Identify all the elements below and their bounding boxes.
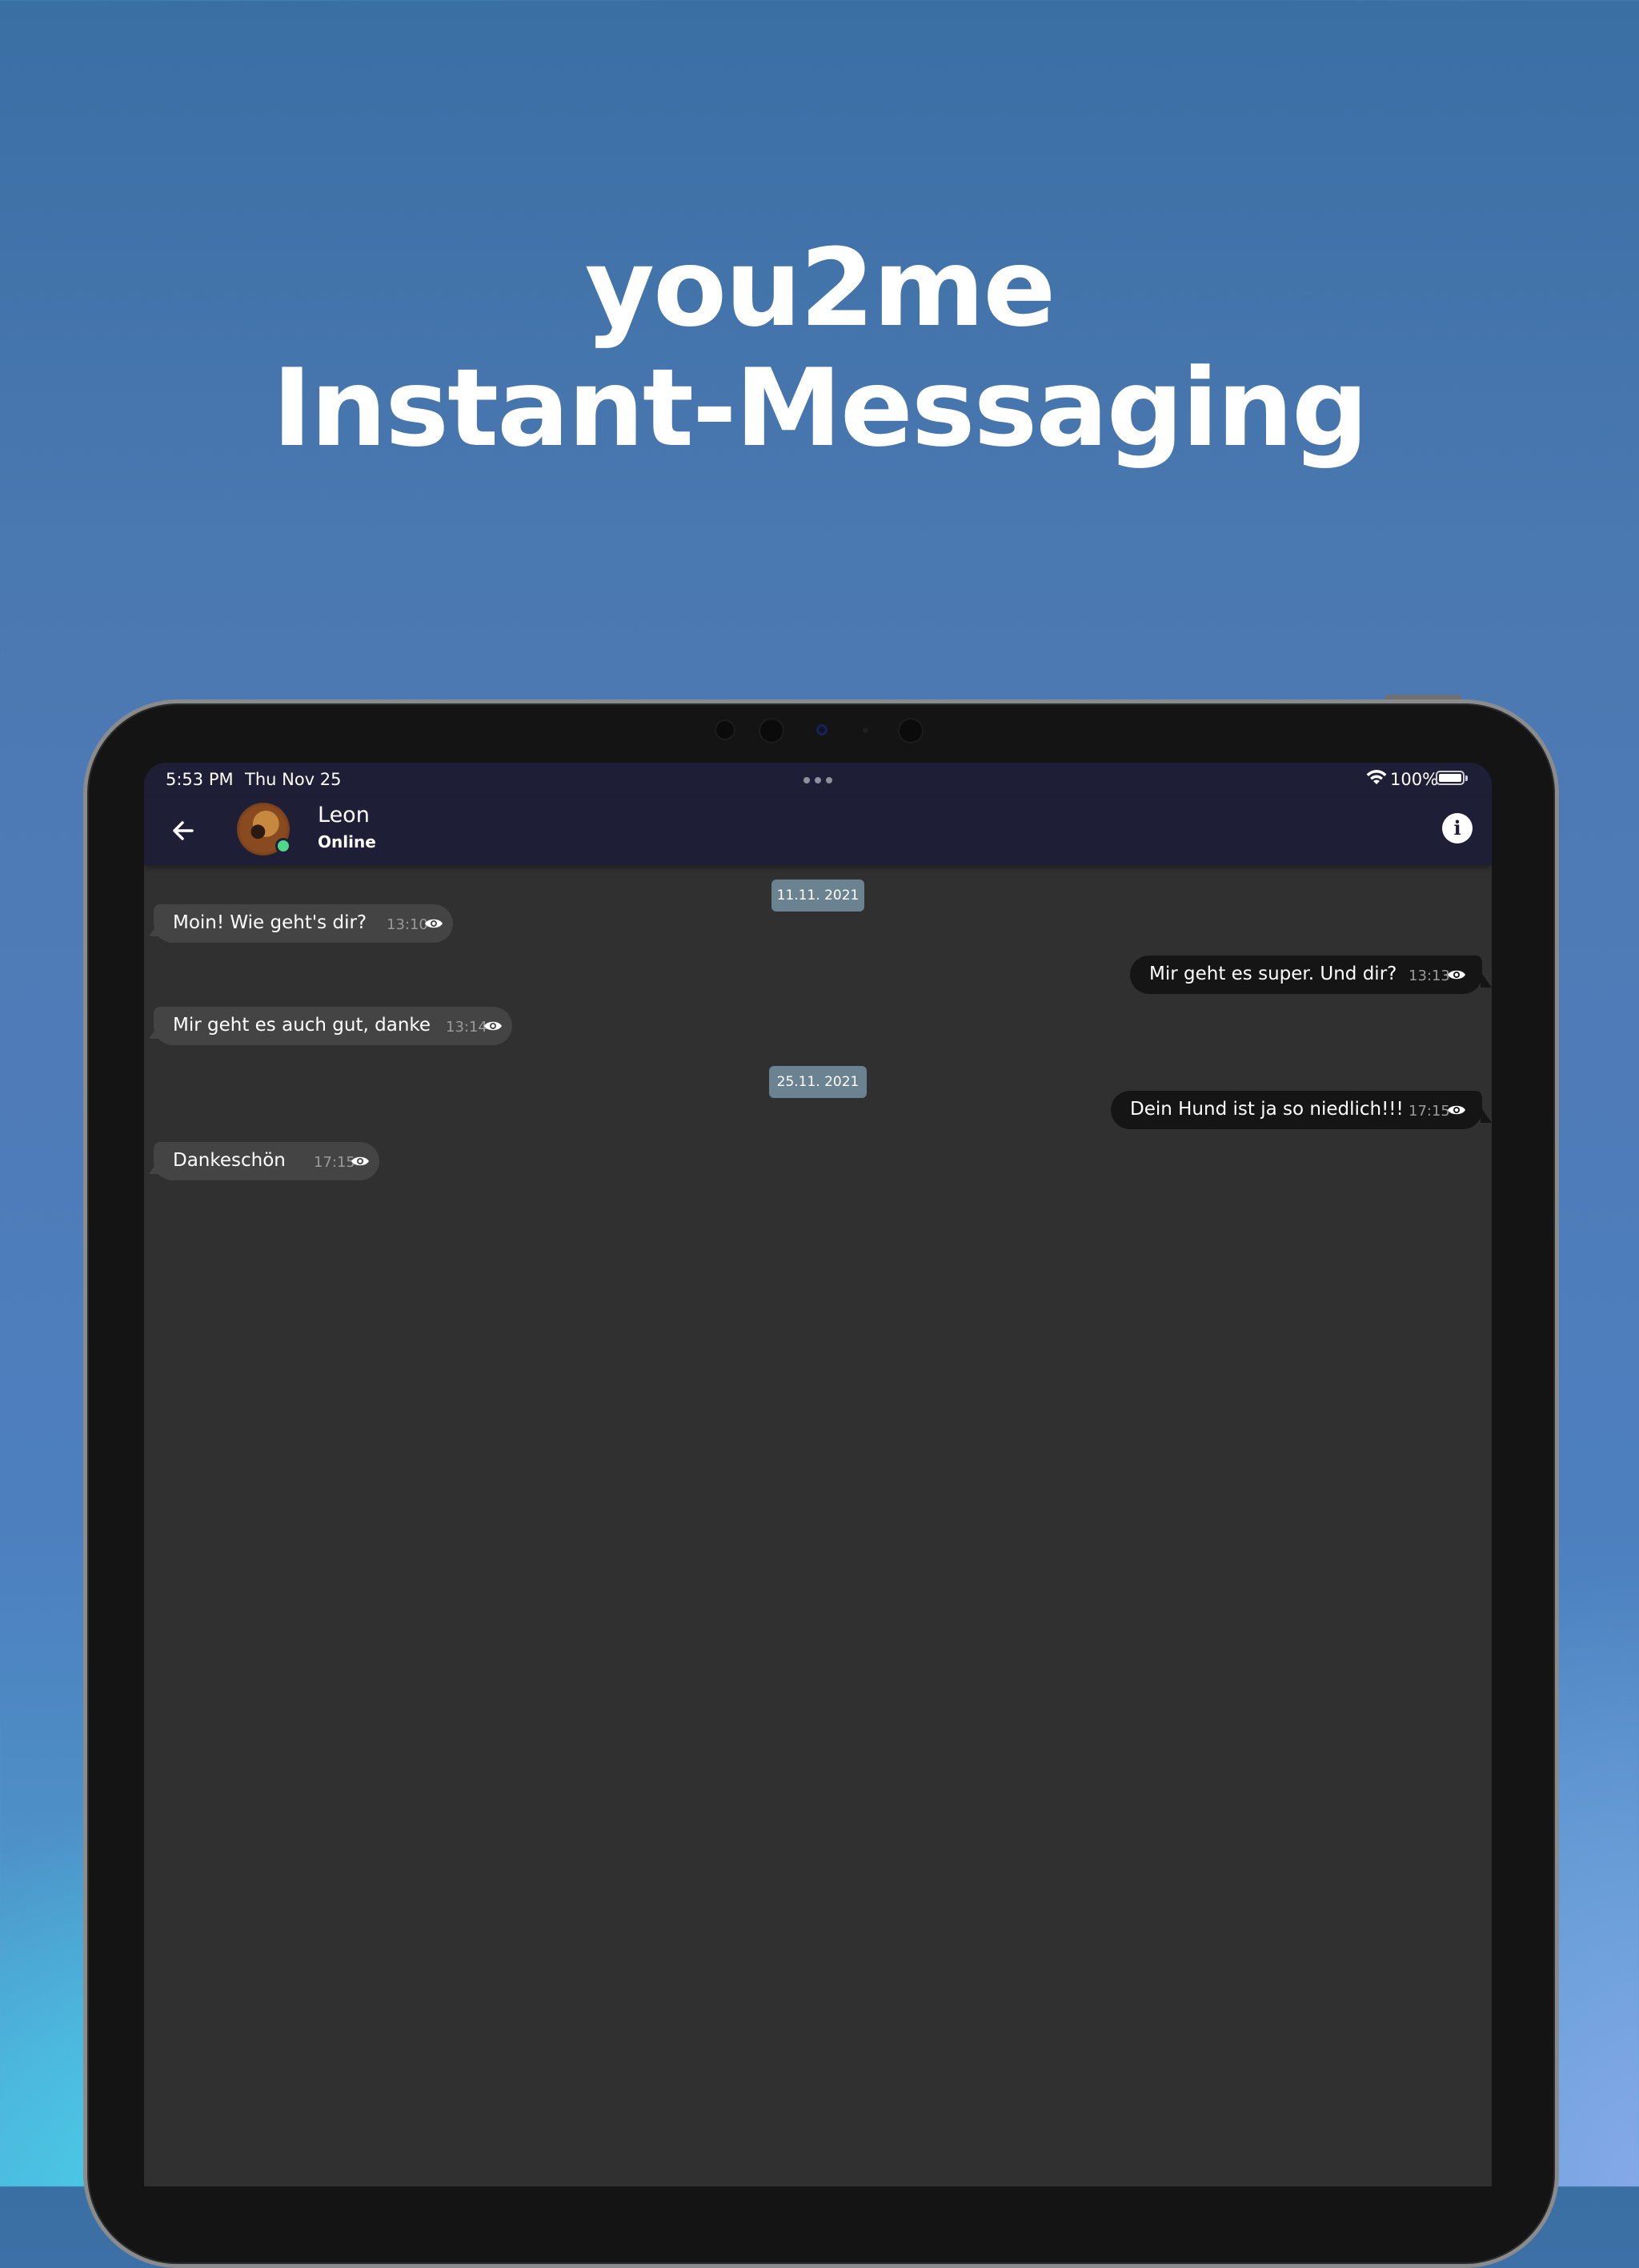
message-bubble-incoming[interactable]: Dankeschön 17:15 <box>154 1142 379 1180</box>
headline-tagline: Instant-Messaging <box>272 346 1369 471</box>
message-bubble-incoming[interactable]: Moin! Wie geht's dir? 13:10 <box>154 904 453 943</box>
info-button[interactable]: i <box>1442 813 1473 843</box>
message-text: Mir geht es super. Und dir? <box>1149 964 1397 984</box>
sensor-icon <box>898 718 924 743</box>
message-text: Mir geht es auch gut, danke <box>173 1015 431 1036</box>
date-separator: 25.11. 2021 <box>769 1066 867 1098</box>
promo-headline: you2me Instant-Messaging <box>0 228 1639 468</box>
message-text: Dankeschön <box>173 1150 286 1171</box>
sensor-icon <box>715 719 735 740</box>
date-separator-label: 25.11. 2021 <box>776 1074 860 1090</box>
message-time: 13:14 <box>446 1019 487 1036</box>
message-time: 17:15 <box>314 1154 355 1171</box>
message-time: 13:13 <box>1409 968 1450 984</box>
chat-header: Leon Online i <box>144 796 1492 865</box>
bubble-tail <box>1481 972 1492 988</box>
status-bar: 5:53 PM Thu Nov 25 100% <box>144 763 1492 796</box>
date-separator-label: 11.11. 2021 <box>776 888 860 904</box>
message-list[interactable]: 11.11. 2021 Moin! Wie geht's dir? 13:10 … <box>144 865 1492 2186</box>
contact-name[interactable]: Leon <box>318 803 370 827</box>
sensor-icon <box>863 727 868 733</box>
back-arrow-icon[interactable] <box>165 812 202 849</box>
seen-eye-icon <box>484 1021 502 1031</box>
contact-status: Online <box>318 832 376 852</box>
message-bubble-incoming[interactable]: Mir geht es auch gut, danke 13:14 <box>154 1007 512 1045</box>
battery-icon <box>1436 771 1468 785</box>
front-camera-icon <box>816 724 828 735</box>
bubble-tail <box>1481 1107 1492 1123</box>
seen-eye-icon <box>351 1156 369 1166</box>
message-bubble-outgoing[interactable]: Mir geht es super. Und dir? 13:13 <box>1130 956 1482 994</box>
headline-app-name: you2me <box>584 226 1056 351</box>
battery-percentage: 100% <box>1390 770 1439 789</box>
sensor-icon <box>759 718 784 743</box>
date-separator: 11.11. 2021 <box>771 880 864 912</box>
message-text: Dein Hund ist ja so niedlich!!! <box>1130 1099 1404 1120</box>
status-time: 5:53 PM <box>166 770 234 789</box>
seen-eye-icon <box>1448 970 1465 980</box>
status-date: Thu Nov 25 <box>245 770 342 789</box>
multitasking-dots-icon[interactable] <box>803 777 832 783</box>
message-text: Moin! Wie geht's dir? <box>173 912 367 933</box>
seen-eye-icon <box>1448 1105 1465 1115</box>
message-bubble-outgoing[interactable]: Dein Hund ist ja so niedlich!!! 17:15 <box>1111 1091 1482 1129</box>
wifi-icon <box>1366 770 1387 784</box>
seen-eye-icon <box>425 919 443 928</box>
online-indicator-icon <box>275 838 291 854</box>
message-time: 13:10 <box>387 916 428 933</box>
message-time: 17:15 <box>1409 1103 1450 1120</box>
app-screen: 5:53 PM Thu Nov 25 100% Leon Online i 11… <box>144 763 1492 2186</box>
info-icon: i <box>1453 816 1461 839</box>
